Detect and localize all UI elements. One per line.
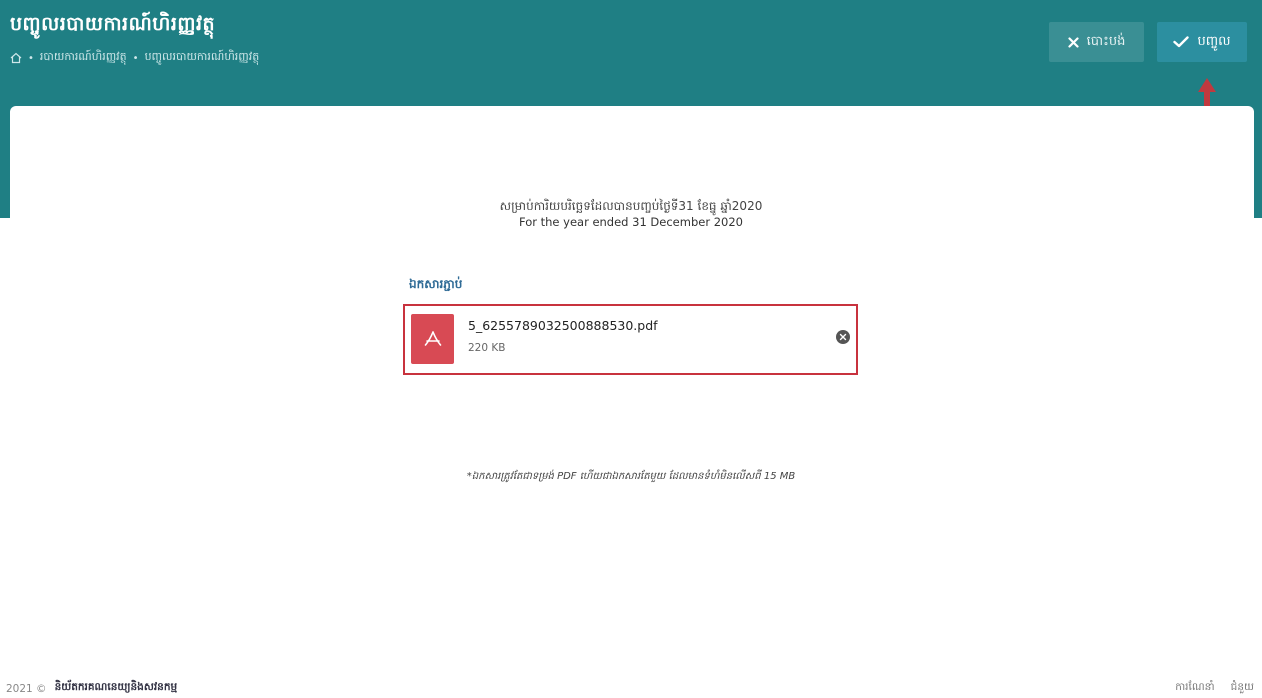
pdf-icon <box>411 314 454 364</box>
period-title-en: For the year ended 31 December 2020 <box>518 215 743 229</box>
file-name: 5_6255789032500888530.pdf <box>468 318 658 333</box>
breadcrumb-item-reports[interactable]: របាយការណ៍ហិរញ្ញវត្ថុ <box>40 50 127 66</box>
breadcrumb-separator: • <box>28 52 34 64</box>
footer-link-guide[interactable]: ការណែនាំ <box>1175 681 1214 696</box>
file-size: 220 KB <box>468 342 506 354</box>
attachment-label: ឯកសារភ្ជាប់ <box>409 277 463 291</box>
footer-brand[interactable]: និយ័តករគណនេយ្យនិងសវនកម្ម <box>55 681 178 696</box>
breadcrumb: • របាយការណ៍ហិរញ្ញវត្ថុ • បញ្ចូលរបាយការណ៍… <box>10 50 259 66</box>
cancel-label: បោះបង់ <box>1086 33 1126 49</box>
page-title: បញ្ចូលរបាយការណ៍ហិរញ្ញវត្ថុ <box>10 13 216 35</box>
content-card <box>10 106 1254 666</box>
footer-link-help[interactable]: ជំនួយ <box>1231 681 1254 696</box>
period-title-km: សម្រាប់ការិយបរិច្ឆេទដែលបានបញ្ចប់ថ្ងៃទី31… <box>499 199 763 213</box>
page: បញ្ចូលរបាយការណ៍ហិរញ្ញវត្ថុ • របាយការណ៍ហិ… <box>0 0 1262 698</box>
remove-file-icon[interactable] <box>836 330 850 344</box>
footer-year: 2021 © <box>6 682 47 695</box>
upload-note: *ឯកសារត្រូវតែជាទម្រង់ PDF ហើយជាឯកសារតែមួ… <box>466 471 796 482</box>
save-button[interactable]: បញ្ចូល <box>1157 22 1247 62</box>
breadcrumb-item-current: បញ្ចូលរបាយការណ៍ហិរញ្ញវត្ថុ <box>144 50 260 63</box>
footer-links: ការណែនាំ ជំនួយ <box>1175 681 1254 696</box>
footer-copyright: 2021 © និយ័តករគណនេយ្យនិងសវនកម្ម <box>6 681 177 696</box>
cancel-button[interactable]: បោះបង់ <box>1049 22 1144 62</box>
close-icon <box>1068 36 1079 48</box>
home-icon[interactable] <box>10 52 22 64</box>
check-icon <box>1173 36 1190 48</box>
save-label: បញ្ចូល <box>1197 33 1231 49</box>
uploaded-file-item[interactable]: 5_6255789032500888530.pdf 220 KB <box>403 304 858 375</box>
breadcrumb-separator: • <box>132 52 139 64</box>
